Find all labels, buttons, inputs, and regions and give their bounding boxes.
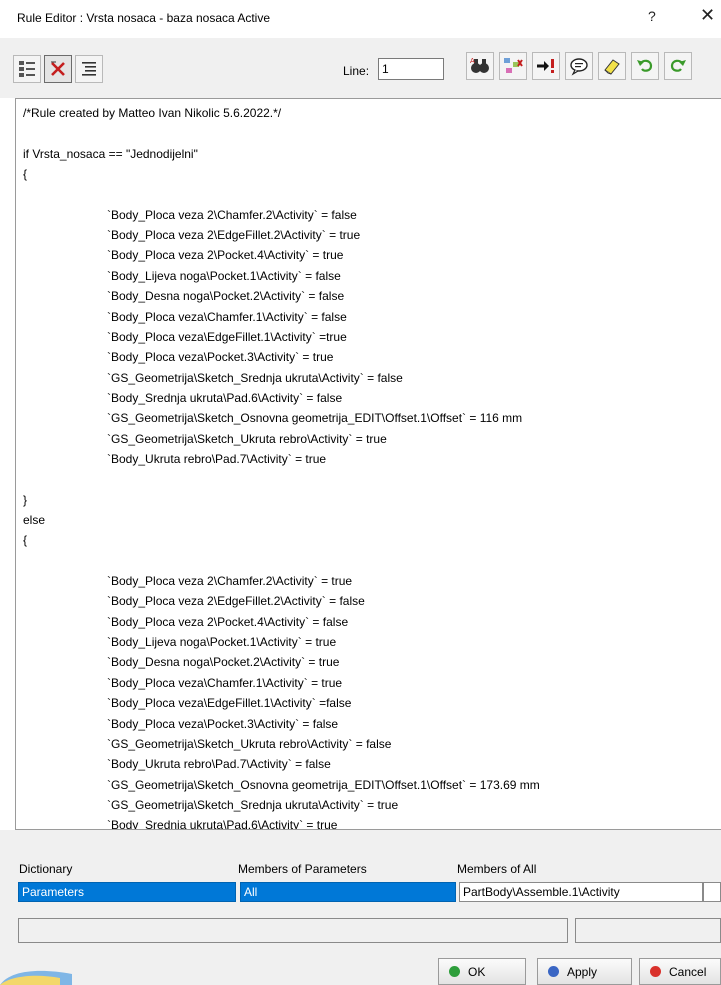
comment-icon[interactable] [565,52,593,80]
catia-logo [0,970,72,985]
ok-button[interactable]: OK [438,958,526,985]
diagnosis-icon[interactable] [499,52,527,80]
members-of-all-list-item[interactable]: PartBody\Assemble.1\Activity [459,882,703,902]
code-line: `Body_Ploca veza\EdgeFillet.1\Activity` … [107,696,352,711]
window-title: Rule Editor : Vrsta nosaca - baza nosaca… [17,11,271,25]
code-line: `Body_Lijeva noga\Pocket.1\Activity` = t… [107,635,337,650]
code-line: } [23,492,28,507]
code-line: { [23,533,28,548]
apply-button[interactable]: Apply [537,958,632,985]
code-line: `Body_Ploca veza 2\Pocket.4\Activity` = … [107,614,349,629]
svg-text:A: A [470,57,475,65]
code-line: `Body_Desna noga\Pocket.2\Activity` = fa… [107,289,345,304]
code-line: `Body_Ukruta rebro\Pad.7\Activity` = tru… [107,451,327,466]
members-of-all-label: Members of All [457,862,537,876]
apply-label: Apply [567,964,598,979]
ok-label: OK [468,964,486,979]
line-number-input[interactable] [378,58,444,80]
toolbar: Line: A [0,38,721,98]
cancel-icon [650,966,661,977]
rule-text-editor[interactable]: /*Rule created by Matteo Ivan Nikolic 5.… [15,98,721,830]
code-line: `Body_Ploca veza 2\EdgeFillet.2\Activity… [107,228,361,243]
members-of-all-list-scrollbar[interactable] [703,882,721,902]
code-line: if Vrsta_nosaca == "Jednodijelni" [23,146,198,161]
ok-icon [449,966,460,977]
code-line: `Body_Ploca veza\Chamfer.1\Activity` = t… [107,675,343,690]
delete-rule-icon[interactable] [44,55,72,83]
code-line: `Body_Ploca veza 2\Chamfer.2\Activity` =… [107,207,357,222]
code-line: `GS_Geometrija\Sketch_Ukruta rebro\Activ… [107,431,387,446]
code-line: `Body_Ploca veza 2\Chamfer.2\Activity` =… [107,574,353,589]
code-line: /*Rule created by Matteo Ivan Nikolic 5.… [23,106,282,120]
members-of-parameters-label: Members of Parameters [238,862,367,876]
code-line: `GS_Geometrija\Sketch_Srednja ukruta\Act… [107,370,403,385]
dictionary-panel: Dictionary Members of Parameters Members… [0,830,721,985]
rule-tree-icon[interactable] [13,55,41,83]
find-replace-icon[interactable]: A [466,52,494,80]
members-of-parameters-list-item[interactable]: All [240,882,456,902]
code-line: `Body_Srednja ukruta\Pad.6\Activity` = f… [107,390,343,405]
code-line: `Body_Srednja ukruta\Pad.6\Activity` = t… [107,818,338,830]
jump-to-error-icon[interactable] [532,52,560,80]
help-button[interactable]: ? [648,8,656,24]
code-line: `Body_Ploca veza\Chamfer.1\Activity` = f… [107,309,347,324]
type-status-field [575,918,721,943]
indent-text-icon[interactable] [75,55,103,83]
code-line: { [23,167,28,182]
apply-icon [548,966,559,977]
code-line: `Body_Ploca veza\EdgeFillet.1\Activity` … [107,329,347,344]
redo-icon[interactable] [664,52,692,80]
code-line: `Body_Ploca veza\Pocket.3\Activity` = tr… [107,350,334,365]
undo-icon[interactable] [631,52,659,80]
code-line: `Body_Ukruta rebro\Pad.7\Activity` = fal… [107,757,331,772]
code-line: else [23,513,46,527]
cancel-label: Cancel [669,964,707,979]
line-label: Line: [343,64,370,78]
code-line: `GS_Geometrija\Sketch_Osnovna geometrija… [107,411,523,426]
code-line: `Body_Ploca veza 2\Pocket.4\Activity` = … [107,248,344,263]
code-line: `Body_Lijeva noga\Pocket.1\Activity` = f… [107,268,341,283]
formula-status-field [18,918,568,943]
title-bar: Rule Editor : Vrsta nosaca - baza nosaca… [0,0,721,38]
code-line: `Body_Ploca veza\Pocket.3\Activity` = fa… [107,716,339,731]
eraser-icon[interactable] [598,52,626,80]
cancel-button[interactable]: Cancel [639,958,721,985]
dictionary-list-item[interactable]: Parameters [18,882,236,902]
code-line: `GS_Geometrija\Sketch_Osnovna geometrija… [107,777,540,792]
close-button[interactable]: ✕ [700,5,715,26]
code-line: `GS_Geometrija\Sketch_Srednja ukruta\Act… [107,797,399,812]
code-line: `GS_Geometrija\Sketch_Ukruta rebro\Activ… [107,736,392,751]
dictionary-label: Dictionary [19,862,73,876]
code-line: `Body_Ploca veza 2\EdgeFillet.2\Activity… [107,594,365,609]
code-line: `Body_Desna noga\Pocket.2\Activity` = tr… [107,655,340,670]
